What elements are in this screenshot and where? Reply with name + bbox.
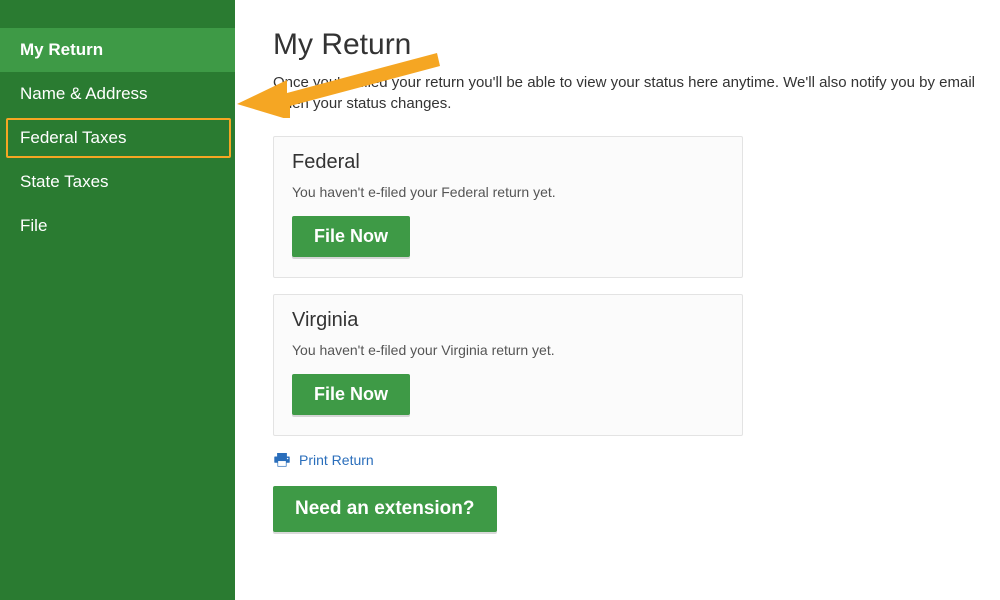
sidebar-item-my-return[interactable]: My Return (0, 28, 235, 72)
print-return-label: Print Return (299, 452, 374, 468)
file-now-virginia-button[interactable]: File Now (292, 374, 410, 415)
print-return-link[interactable]: Print Return (273, 452, 976, 468)
sidebar-item-label: State Taxes (20, 172, 109, 191)
page-title: My Return (273, 28, 976, 62)
sidebar-item-label: Name & Address (20, 84, 148, 103)
federal-card: Federal You haven't e-filed your Federal… (273, 136, 743, 278)
page-intro: Once you've filed your return you'll be … (273, 72, 976, 114)
sidebar-item-name-address[interactable]: Name & Address (0, 72, 235, 116)
sidebar-item-label: File (20, 216, 47, 235)
federal-card-title: Federal (292, 151, 724, 174)
file-now-federal-button[interactable]: File Now (292, 216, 410, 257)
virginia-card-status: You haven't e-filed your Virginia return… (292, 342, 724, 358)
sidebar-item-state-taxes[interactable]: State Taxes (0, 160, 235, 204)
sidebar-item-label: Federal Taxes (20, 128, 126, 147)
sidebar-item-label: My Return (20, 40, 103, 59)
printer-icon (273, 453, 291, 467)
sidebar-item-file[interactable]: File (0, 204, 235, 248)
sidebar: My Return Name & Address Federal Taxes S… (0, 0, 235, 600)
virginia-card: Virginia You haven't e-filed your Virgin… (273, 294, 743, 436)
virginia-card-title: Virginia (292, 309, 724, 332)
sidebar-item-federal-taxes[interactable]: Federal Taxes (6, 118, 231, 158)
need-extension-button[interactable]: Need an extension? (273, 486, 497, 532)
main-content: My Return Once you've filed your return … (235, 0, 1000, 600)
federal-card-status: You haven't e-filed your Federal return … (292, 184, 724, 200)
